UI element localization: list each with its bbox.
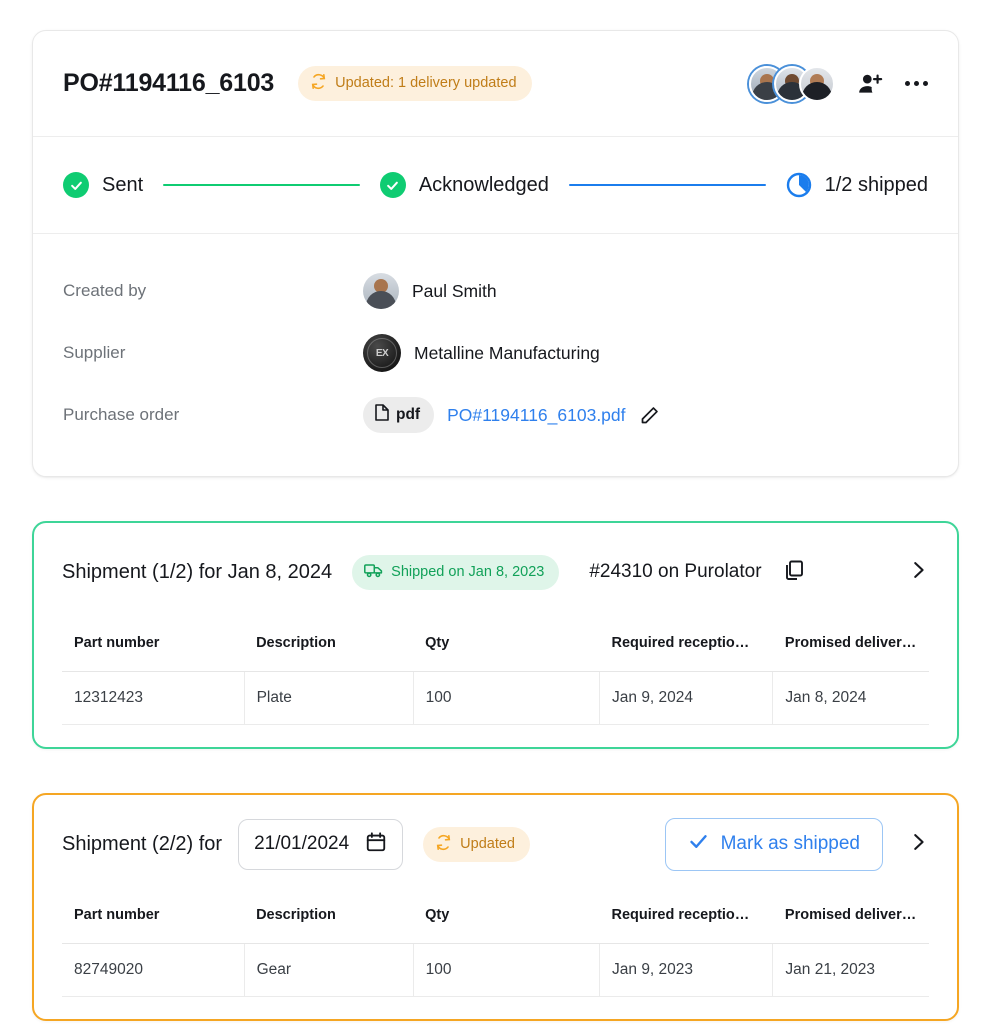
shipment-title: Shipment (2/2) for: [62, 832, 223, 855]
expand-shipment-1-icon[interactable]: [907, 559, 929, 586]
detail-label: Supplier: [63, 343, 126, 362]
sync-icon: [310, 73, 327, 94]
column-header-promised-delivery: Promised delivery…: [772, 893, 929, 944]
shipment-card-1: Shipment (1/2) for Jan 8, 2024 Shipped o…: [32, 521, 959, 749]
cell-part-number: 82749020: [62, 943, 245, 997]
step-label: Acknowledged: [418, 173, 549, 196]
created-by-name: Paul Smith: [412, 280, 497, 301]
step-shipped: 1/2 shipped: [786, 172, 928, 198]
sync-icon: [435, 834, 452, 855]
avatar[interactable]: [799, 65, 835, 102]
shipment-status-badge: Shipped on Jan 8, 2023: [352, 554, 560, 590]
stepper-connector-1: [163, 183, 360, 187]
step-label: Sent: [102, 173, 144, 196]
table-row: 82749020 Gear 100 Jan 9, 2023 Jan 21, 20…: [62, 943, 929, 997]
column-header-part-number: Part number: [62, 893, 245, 944]
truck-icon: [364, 562, 383, 583]
check-circle-icon: [379, 172, 406, 198]
detail-label: Created by: [63, 281, 147, 300]
detail-row-supplier: Supplier EX Metalline Manufacturing: [63, 322, 928, 384]
shipment-card-2: Shipment (2/2) for 21/01/2024 Updated Ma…: [32, 793, 959, 1021]
cell-part-number: 12312423: [62, 671, 245, 725]
more-options-icon[interactable]: [905, 81, 928, 86]
calendar-icon[interactable]: [365, 831, 387, 858]
detail-row-created-by: Created by Paul Smith: [63, 260, 928, 322]
mark-as-shipped-button[interactable]: Mark as shipped: [664, 817, 883, 871]
column-header-required-reception: Required receptio…: [599, 893, 773, 944]
purchase-order-page: PO#1194116_6103 Updated: 1 delivery upda…: [0, 0, 991, 1024]
purchase-order-card: PO#1194116_6103 Updated: 1 delivery upda…: [32, 30, 959, 477]
column-header-qty: Qty: [413, 621, 600, 672]
pie-progress-icon: [786, 172, 812, 198]
detail-row-purchase-order: Purchase order pdf PO#1194116_6103.pdf: [63, 384, 928, 446]
column-header-promised-delivery: Promised delivery…: [772, 621, 929, 672]
cell-description: Gear: [244, 943, 414, 997]
file-icon: [375, 404, 389, 426]
cell-required-reception: Jan 9, 2023: [599, 943, 774, 997]
purchase-order-file-link[interactable]: PO#1194116_6103.pdf: [447, 405, 625, 426]
supplier-name: Metalline Manufacturing: [414, 342, 600, 363]
column-header-qty: Qty: [413, 893, 600, 944]
shipment-2-items-table: Part number Description Qty Required rec…: [34, 893, 957, 1019]
collaborator-avatars[interactable]: [749, 65, 835, 102]
user-avatar: [363, 273, 399, 309]
table-header-row: Part number Description Qty Required rec…: [62, 621, 929, 672]
shipment-2-header: Shipment (2/2) for 21/01/2024 Updated Ma…: [34, 795, 957, 893]
copy-icon[interactable]: [782, 558, 806, 587]
shipment-updated-label: Updated: [460, 835, 515, 852]
po-details: Created by Paul Smith Supplier EX Metall…: [33, 234, 958, 476]
column-header-required-reception: Required receptio…: [599, 621, 773, 672]
check-icon: [688, 831, 709, 858]
shipment-1-header: Shipment (1/2) for Jan 8, 2024 Shipped o…: [34, 523, 957, 621]
po-card-header: PO#1194116_6103 Updated: 1 delivery upda…: [33, 31, 958, 137]
expand-shipment-2-icon[interactable]: [907, 831, 929, 858]
step-acknowledged: Acknowledged: [379, 172, 549, 198]
cell-required-reception: Jan 9, 2024: [599, 671, 774, 725]
cell-promised-delivery: Jan 21, 2023: [772, 943, 929, 997]
tracking-number: #24310 on Purolator: [589, 561, 762, 582]
cell-qty: 100: [413, 943, 601, 997]
update-status-badge: Updated: 1 delivery updated: [298, 66, 532, 101]
shipment-status-label: Shipped on Jan 8, 2023: [391, 563, 545, 580]
header-actions: [749, 65, 928, 102]
shipment-updated-badge: Updated: [423, 826, 530, 862]
shipment-1-items-table: Part number Description Qty Required rec…: [34, 621, 957, 747]
detail-value: Paul Smith: [363, 273, 497, 309]
pencil-icon[interactable]: [639, 405, 660, 426]
check-circle-icon: [63, 172, 89, 198]
cell-promised-delivery: Jan 8, 2024: [772, 671, 929, 725]
detail-label: Purchase order: [63, 405, 180, 424]
column-header-part-number: Part number: [62, 621, 245, 672]
update-badge-label: Updated: 1 delivery updated: [335, 75, 517, 92]
step-sent: Sent: [63, 172, 143, 198]
detail-value: pdf PO#1194116_6103.pdf: [363, 397, 660, 433]
pdf-file-chip[interactable]: pdf: [363, 397, 435, 433]
shipment-date-input[interactable]: 21/01/2024: [238, 818, 404, 870]
shipment-title: Shipment (1/2) for Jan 8, 2024: [62, 560, 333, 583]
step-label: 1/2 shipped: [824, 173, 929, 196]
mark-as-shipped-label: Mark as shipped: [720, 833, 860, 854]
column-header-description: Description: [244, 621, 414, 672]
add-person-icon[interactable]: [857, 71, 883, 97]
supplier-logo: EX: [363, 334, 401, 372]
cell-qty: 100: [413, 671, 601, 725]
order-progress-stepper: Sent Acknowledged 1/2 shipped: [33, 137, 958, 234]
shipment-date-value: 21/01/2024: [254, 833, 350, 854]
stepper-connector-2: [568, 183, 766, 187]
table-row: 12312423 Plate 100 Jan 9, 2024 Jan 8, 20…: [62, 671, 929, 725]
table-header-row: Part number Description Qty Required rec…: [62, 893, 929, 944]
column-header-description: Description: [244, 893, 414, 944]
cell-description: Plate: [244, 671, 414, 725]
page-title: PO#1194116_6103: [63, 69, 275, 97]
detail-value: EX Metalline Manufacturing: [363, 334, 600, 372]
pdf-chip-label: pdf: [396, 406, 421, 423]
